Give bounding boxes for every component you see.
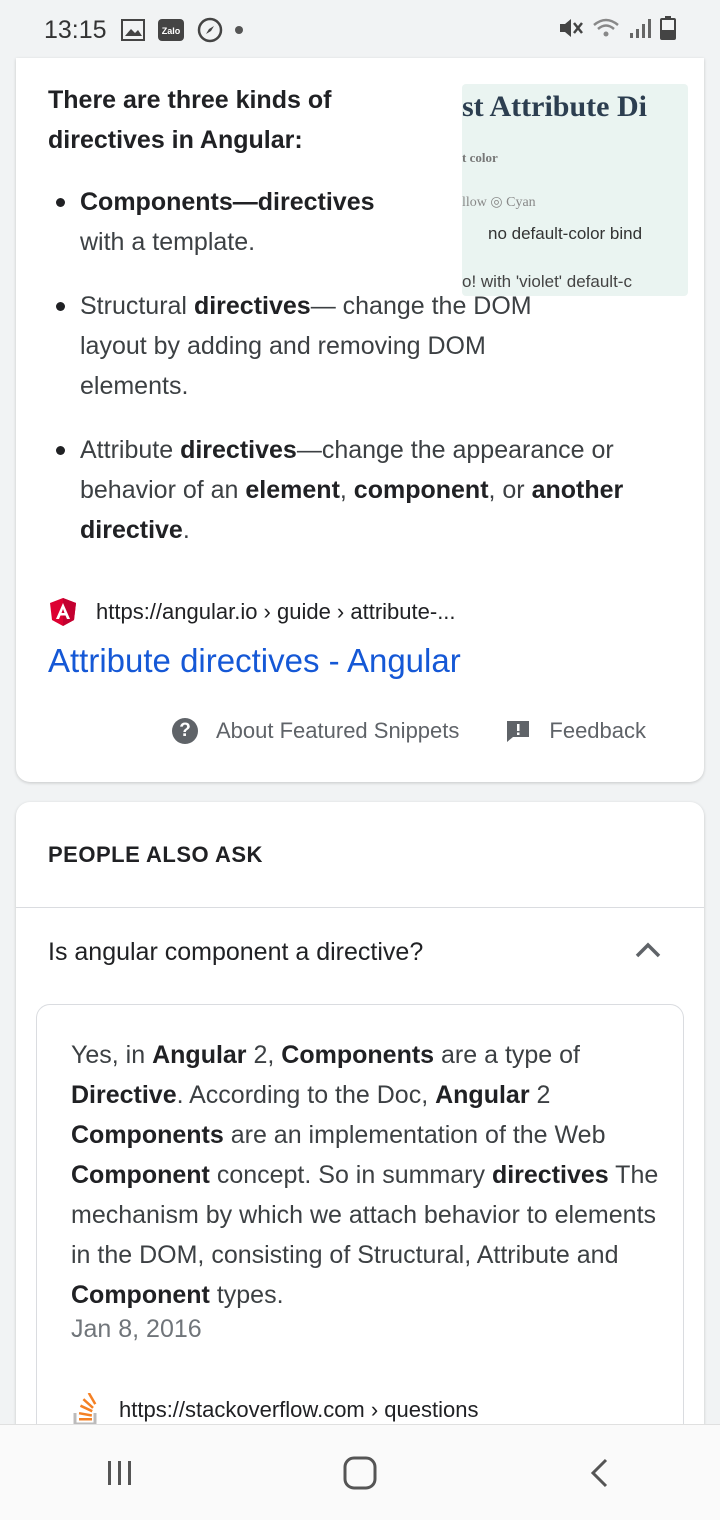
zalo-icon: Zalo	[157, 18, 185, 42]
image-icon	[120, 19, 145, 41]
answer-source-url: https://stackoverflow.com › questions	[119, 1397, 479, 1422]
bullet-item: Components—directives with a template.	[56, 182, 420, 262]
paa-answer-text: Yes, in Angular 2, Components are a type…	[71, 1041, 659, 1309]
bullet-text: ,	[339, 476, 354, 504]
featured-snippet-card: There are three kinds of directives in A…	[16, 58, 704, 782]
recent-apps-button[interactable]	[80, 1443, 160, 1503]
zalo-text: Zalo	[161, 26, 180, 36]
thumbnail-heading: st Attribute Di	[462, 90, 647, 123]
bullet-text: .	[182, 516, 190, 544]
source-url: https://angular.io › guide › attribute-.…	[96, 599, 456, 624]
snippet-intro: There are three kinds of directives in A…	[48, 86, 332, 154]
compass-icon	[197, 17, 223, 43]
answer-source-row[interactable]: https://stackoverflow.com › questions	[71, 1392, 479, 1427]
back-button[interactable]	[560, 1443, 640, 1503]
bullet-bold: directives	[180, 436, 297, 464]
notification-dot	[234, 26, 243, 34]
feedback-link[interactable]: Feedback	[549, 718, 646, 744]
home-button[interactable]	[320, 1443, 400, 1503]
bullet-bold: component	[353, 476, 489, 504]
angular-logo-icon	[50, 598, 76, 626]
result-title-link[interactable]: Attribute directives - Angular	[48, 642, 461, 680]
mute-icon	[558, 17, 584, 44]
people-also-ask-card: PEOPLE ALSO ASK Is angular component a d…	[16, 802, 704, 1520]
thumbnail-text-2: t color	[462, 150, 498, 165]
bullet-text: , or	[488, 476, 532, 504]
about-featured-snippets-link[interactable]: About Featured Snippets	[216, 718, 459, 744]
chevron-up-icon[interactable]	[634, 940, 662, 960]
paa-heading: PEOPLE ALSO ASK	[48, 842, 263, 867]
navigation-bar	[0, 1424, 720, 1520]
bullet-bold: directives	[193, 292, 311, 320]
bullet-text: Attribute	[80, 436, 181, 464]
status-time: 13:15	[44, 15, 107, 44]
bullet-text: Structural	[80, 292, 194, 320]
wifi-icon	[592, 17, 620, 44]
battery-icon	[660, 15, 676, 45]
source-row[interactable]: https://angular.io › guide › attribute-.…	[50, 598, 456, 626]
snippet-bullet-list: Components—directives with a template. S…	[56, 182, 700, 574]
status-bar: 13:15 Zalo	[0, 0, 720, 60]
bullet-bold: Components—directives	[80, 188, 375, 216]
answer-date: Jan 8, 2016	[71, 1315, 202, 1343]
bullet-bold: element	[245, 476, 340, 504]
help-icon: ?	[172, 718, 198, 744]
bullet-item: Attribute directives—change the appearan…	[56, 430, 680, 550]
stackoverflow-logo-icon	[71, 1392, 101, 1427]
divider	[16, 907, 704, 908]
signal-icon	[628, 17, 652, 44]
paa-question[interactable]: Is angular component a directive?	[48, 938, 423, 967]
bullet-item: Structural directives— change the DOM la…	[56, 286, 580, 406]
snippet-footer: ? About Featured Snippets Feedback	[172, 718, 646, 744]
feedback-icon	[505, 719, 531, 743]
bullet-text: with a template.	[80, 228, 256, 256]
